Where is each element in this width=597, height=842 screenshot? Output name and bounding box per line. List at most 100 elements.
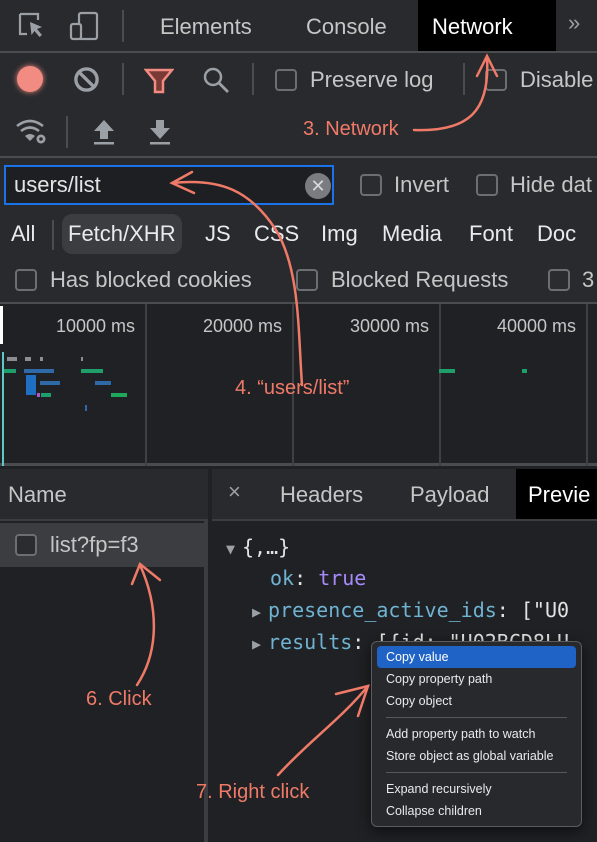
timeline-request-mark <box>40 381 60 385</box>
timeline-tick-label: 40000 ms <box>497 316 577 336</box>
close-detail-icon[interactable]: × <box>228 479 241 505</box>
tab-headers[interactable]: Headers <box>268 469 375 519</box>
blocked-filters: Has blocked cookies Blocked Requests 3 <box>0 258 597 304</box>
timeline-tick-label: 20000 ms <box>203 316 283 336</box>
menu-item-copy-property-path[interactable]: Copy property path <box>377 668 576 690</box>
request-row[interactable]: list?fp=f3 <box>0 523 208 567</box>
clear-icon[interactable] <box>73 66 100 93</box>
clear-filter-icon[interactable]: ✕ <box>305 173 331 199</box>
divider <box>66 116 68 148</box>
menu-item-collapse-children[interactable]: Collapse children <box>377 800 576 822</box>
annotation-step3: 3. Network <box>303 118 399 140</box>
divider <box>463 63 465 95</box>
inspect-element-icon[interactable] <box>16 10 48 42</box>
timeline-request-mark <box>26 375 36 395</box>
more-tabs-icon[interactable]: » <box>568 10 580 36</box>
filter-bar: ✕ Invert Hide dat <box>0 158 597 210</box>
has-blocked-cookies-label: Has blocked cookies <box>50 267 252 292</box>
tab-preview[interactable]: Previe <box>516 469 597 519</box>
timeline-request-mark <box>522 369 527 373</box>
timeline-request-mark <box>439 369 455 373</box>
export-har-icon[interactable] <box>148 118 172 146</box>
has-blocked-cookies-checkbox[interactable] <box>15 269 37 291</box>
divider <box>252 63 254 95</box>
collapse-triangle-icon[interactable]: ▼ <box>226 540 242 558</box>
tab-network[interactable]: Network <box>418 0 556 51</box>
third-party-checkbox[interactable] <box>548 269 570 291</box>
annotation-step6: 6. Click <box>86 688 152 710</box>
context-menu: Copy value Copy property path Copy objec… <box>371 641 582 827</box>
name-column-header[interactable]: Name <box>0 469 208 521</box>
resource-type-filters: All Fetch/XHR JS CSS Img Media Font Doc <box>0 210 597 258</box>
timeline-request-mark <box>111 393 127 397</box>
expand-triangle-icon[interactable]: ▶ <box>252 635 268 653</box>
device-toolbar-icon[interactable] <box>68 10 100 42</box>
disable-cache-label: Disable <box>520 67 594 92</box>
requests-list: Name list?fp=f3 <box>0 469 208 842</box>
type-filter-media[interactable]: Media <box>376 214 448 254</box>
tab-elements[interactable]: Elements <box>146 0 266 51</box>
menu-separator <box>386 717 567 718</box>
timeline-request-mark <box>41 393 51 397</box>
request-name: list?fp=f3 <box>50 532 139 557</box>
menu-item-copy-value[interactable]: Copy value <box>377 646 576 668</box>
filter-input[interactable] <box>4 165 334 205</box>
menu-separator <box>386 772 567 773</box>
timeline-request-mark <box>25 357 31 361</box>
json-root[interactable]: ▼ {,…} <box>226 535 290 559</box>
import-har-icon[interactable] <box>92 118 116 146</box>
timeline-request-mark <box>40 357 43 361</box>
invert-label: Invert <box>394 172 450 197</box>
json-prop-ok[interactable]: ok: true <box>270 566 366 590</box>
detail-tabs: × Headers Payload Previe <box>212 469 597 521</box>
timeline-tick-label: 10000 ms <box>56 316 136 336</box>
type-filter-js[interactable]: JS <box>199 214 237 254</box>
invert-checkbox[interactable] <box>360 174 382 196</box>
timeline-request-mark <box>81 369 103 373</box>
timeline-request-mark <box>81 357 83 361</box>
disable-cache-checkbox[interactable] <box>485 69 507 91</box>
timeline-request-mark <box>85 405 87 411</box>
hide-data-urls-checkbox[interactable] <box>476 174 498 196</box>
timeline-selection-handle[interactable] <box>0 306 3 344</box>
type-filter-all[interactable]: All <box>5 214 41 254</box>
timeline-request-mark <box>7 357 17 361</box>
timeline-gridline <box>145 304 147 466</box>
timeline-request-mark <box>37 393 40 397</box>
type-filter-doc[interactable]: Doc <box>531 214 582 254</box>
record-icon[interactable] <box>17 66 43 92</box>
type-filter-css[interactable]: CSS <box>248 214 305 254</box>
blocked-requests-checkbox[interactable] <box>296 269 318 291</box>
timeline-request-mark <box>24 369 54 373</box>
blocked-requests-label: Blocked Requests <box>331 267 509 292</box>
type-filter-font[interactable]: Font <box>463 214 519 254</box>
timeline-request-mark <box>95 381 111 385</box>
timeline-gridline <box>439 304 441 466</box>
filter-icon[interactable] <box>144 67 174 95</box>
divider <box>122 10 124 42</box>
menu-item-expand-recursively[interactable]: Expand recursively <box>377 778 576 800</box>
annotation-step4: 4. “users/list” <box>235 377 350 399</box>
divider <box>52 220 54 250</box>
devtools-tab-bar: Elements Console Network » <box>0 0 597 53</box>
expand-triangle-icon[interactable]: ▶ <box>252 603 268 621</box>
tab-console[interactable]: Console <box>292 0 401 51</box>
request-type-icon <box>15 534 37 556</box>
menu-item-store-as-global-variable[interactable]: Store object as global variable <box>377 745 576 767</box>
json-prop-presence-active-ids[interactable]: ▶ presence_active_ids: ["U0 <box>252 598 569 622</box>
menu-item-add-property-path-to-watch[interactable]: Add property path to watch <box>377 723 576 745</box>
search-icon[interactable] <box>202 66 230 94</box>
preserve-log-checkbox[interactable] <box>275 69 297 91</box>
timeline-tick-label: 30000 ms <box>350 316 430 336</box>
network-conditions-icon[interactable] <box>14 116 48 146</box>
menu-item-copy-object[interactable]: Copy object <box>377 690 576 712</box>
annotation-step7: 7. Right click <box>196 781 310 803</box>
network-toolbar: Preserve log Disable <box>0 53 597 106</box>
timeline-request-mark <box>4 369 16 373</box>
type-filter-fetch-xhr[interactable]: Fetch/XHR <box>62 214 182 254</box>
third-party-label: 3 <box>582 267 595 292</box>
timeline-gridline <box>586 304 588 466</box>
type-filter-img[interactable]: Img <box>315 214 364 254</box>
divider <box>122 63 124 95</box>
tab-payload[interactable]: Payload <box>398 469 502 519</box>
